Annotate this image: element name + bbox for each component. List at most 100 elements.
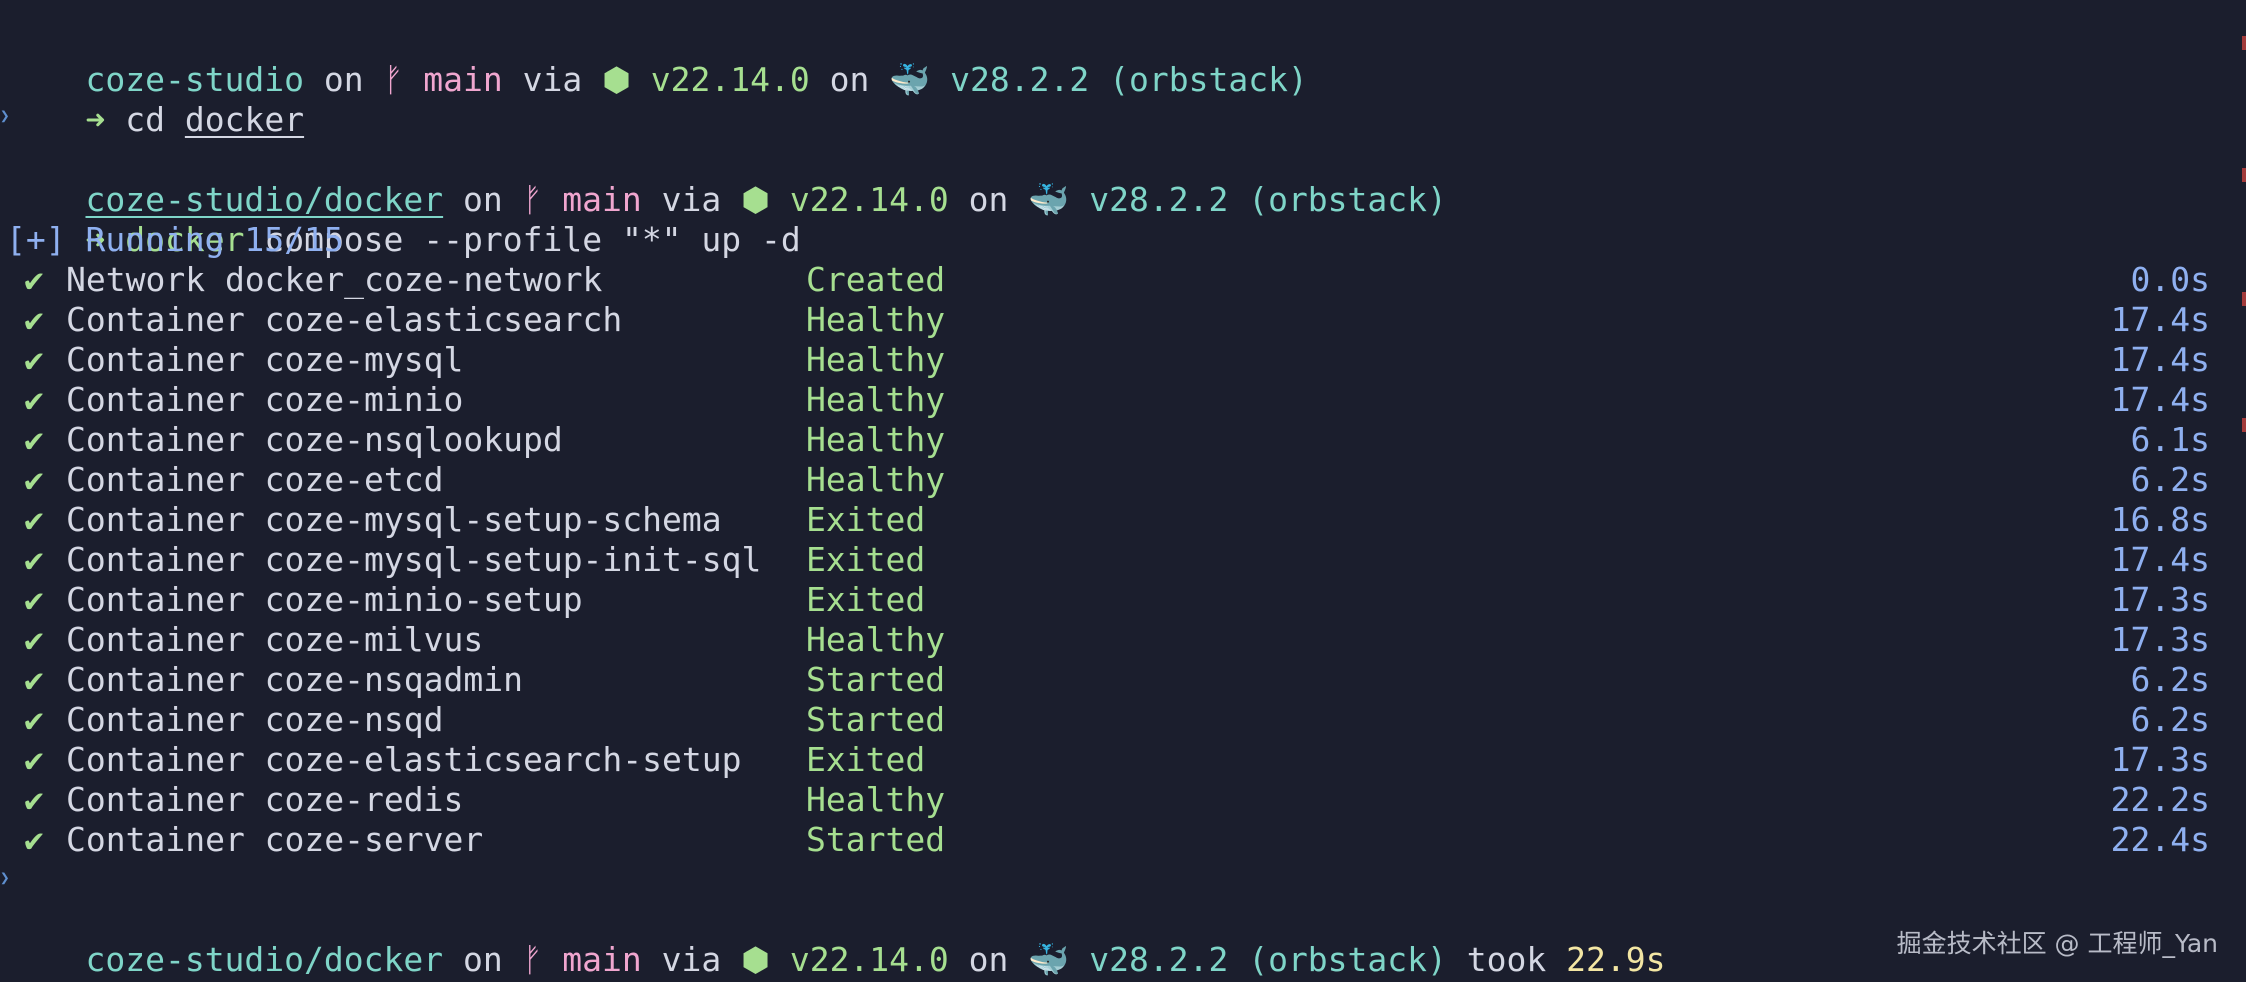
prompt-arrow-icon: ➜ bbox=[85, 100, 106, 139]
compose-result-row: ✔ Container coze-elasticsearch Healthy 17.4… bbox=[0, 300, 2210, 340]
compose-result-row: ✔ Container coze-nsqd Started 6.2s bbox=[0, 700, 2210, 740]
resource-duration: 17.4s bbox=[2110, 300, 2210, 339]
resource-name: Container coze-nsqlookupd bbox=[66, 420, 563, 459]
resource-status: Started bbox=[806, 820, 946, 859]
node-version: v22.14.0 bbox=[789, 940, 949, 979]
command-argument: docker bbox=[184, 100, 305, 139]
checkmark-icon: ✔ bbox=[24, 340, 44, 379]
prompt-directory: coze-studio/docker bbox=[85, 940, 444, 979]
compose-result-row: ✔ Container coze-minio-setup Exited 17.3s bbox=[0, 580, 2210, 620]
command-duration: 22.9s bbox=[1566, 940, 1666, 979]
compose-result-row: ✔ Container coze-minio Healthy 17.4s bbox=[0, 380, 2210, 420]
resource-status: Healthy bbox=[806, 340, 946, 379]
resource-status: Started bbox=[806, 660, 946, 699]
node-hexagon-icon: ⬢ bbox=[741, 940, 770, 979]
resource-duration: 17.4s bbox=[2110, 340, 2210, 379]
resource-status: Created bbox=[806, 260, 946, 299]
resource-duration: 0.0s bbox=[2130, 260, 2210, 299]
resource-name: Container coze-milvus bbox=[66, 620, 484, 659]
checkmark-icon: ✔ bbox=[24, 700, 44, 739]
compose-result-row: ✔ Container coze-mysql-setup-schema Exited… bbox=[0, 500, 2210, 540]
prompt-line-3: coze-studio/docker on ᚠ main via ⬢ v22.1… bbox=[6, 900, 1665, 979]
resource-status: Healthy bbox=[806, 380, 946, 419]
checkmark-icon: ✔ bbox=[24, 660, 44, 699]
command-line-3[interactable]: ➜ bbox=[6, 940, 105, 982]
watermark: 掘金技术社区 @ 工程师_Yan bbox=[1896, 929, 2218, 958]
terminal-window[interactable]: coze-studio on ᚠ main via ⬢ v22.14.0 on … bbox=[0, 0, 2246, 982]
resource-name: Network docker_coze-network bbox=[66, 260, 603, 299]
docker-context: (orbstack) bbox=[1248, 180, 1447, 219]
docker-whale-icon: 🐳 bbox=[889, 60, 931, 99]
prompt-on-text-2: on bbox=[829, 60, 870, 99]
resource-name: Container coze-nsqadmin bbox=[66, 660, 523, 699]
resource-duration: 16.8s bbox=[2110, 500, 2210, 539]
compose-result-row: ✔ Container coze-mysql-setup-init-sql Exit… bbox=[0, 540, 2210, 580]
resource-name: Container coze-nsqd bbox=[66, 700, 444, 739]
resource-status: Started bbox=[806, 700, 946, 739]
prompt-line-2: coze-studio/docker on ᚠ main via ⬢ v22.1… bbox=[6, 140, 1446, 219]
resource-name: Container coze-mysql-setup-schema bbox=[66, 500, 722, 539]
git-branch-name: main bbox=[423, 60, 503, 99]
prompt-on-text: on bbox=[323, 60, 364, 99]
prompt-marker-icon: ❯ bbox=[0, 868, 10, 887]
resource-name: Container coze-minio bbox=[66, 380, 464, 419]
git-branch-icon: ᚠ bbox=[383, 60, 404, 99]
checkmark-icon: ✔ bbox=[24, 540, 44, 579]
resource-status: Healthy bbox=[806, 420, 946, 459]
docker-version: v28.2.2 bbox=[1089, 940, 1229, 979]
resource-name: Container coze-mysql bbox=[66, 340, 464, 379]
resource-duration: 17.4s bbox=[2110, 380, 2210, 419]
resource-duration: 17.3s bbox=[2110, 580, 2210, 619]
resource-duration: 6.2s bbox=[2130, 700, 2210, 739]
command-arguments: compose --profile "*" up -d bbox=[264, 220, 801, 259]
prompt-via-text: via bbox=[522, 60, 583, 99]
resource-name: Container coze-etcd bbox=[66, 460, 444, 499]
resource-status: Exited bbox=[806, 500, 926, 539]
command-name: cd bbox=[125, 100, 165, 139]
compose-result-row: ✔ Container coze-milvus Healthy 17.3s bbox=[0, 620, 2210, 660]
git-branch-icon: ᚠ bbox=[522, 940, 543, 979]
prompt-via-text: via bbox=[661, 940, 722, 979]
docker-whale-icon: 🐳 bbox=[1028, 940, 1070, 979]
git-branch-name: main bbox=[562, 940, 642, 979]
resource-name: Container coze-mysql-setup-init-sql bbox=[66, 540, 762, 579]
checkmark-icon: ✔ bbox=[24, 780, 44, 819]
resource-status: Exited bbox=[806, 580, 926, 619]
checkmark-icon: ✔ bbox=[24, 460, 44, 499]
resource-duration: 17.3s bbox=[2110, 620, 2210, 659]
resource-status: Healthy bbox=[806, 780, 946, 819]
docker-context: (orbstack) bbox=[1248, 940, 1447, 979]
checkmark-icon: ✔ bbox=[24, 740, 44, 779]
node-version: v22.14.0 bbox=[789, 180, 949, 219]
prompt-on-text-2: on bbox=[968, 940, 1009, 979]
resource-status: Healthy bbox=[806, 620, 946, 659]
prompt-marker-icon: ❯ bbox=[0, 106, 10, 125]
resource-duration: 22.2s bbox=[2110, 780, 2210, 819]
command-line-2: ➜ docker compose --profile "*" up -d bbox=[6, 180, 800, 259]
resource-status: Exited bbox=[806, 540, 926, 579]
checkmark-icon: ✔ bbox=[24, 620, 44, 659]
checkmark-icon: ✔ bbox=[24, 500, 44, 539]
compose-result-row: ✔ Container coze-server Started 22.4s bbox=[0, 820, 2210, 860]
compose-result-row: ✔ Container coze-nsqlookupd Healthy 6.1s bbox=[0, 420, 2210, 460]
took-text: took bbox=[1466, 940, 1547, 979]
resource-duration: 6.1s bbox=[2130, 420, 2210, 459]
node-version: v22.14.0 bbox=[650, 60, 810, 99]
resource-duration: 22.4s bbox=[2110, 820, 2210, 859]
checkmark-icon: ✔ bbox=[24, 820, 44, 859]
checkmark-icon: ✔ bbox=[24, 260, 44, 299]
prompt-on-text: on bbox=[462, 940, 503, 979]
compose-result-row: ✔ Container coze-etcd Healthy 6.2s bbox=[0, 460, 2210, 500]
docker-context: (orbstack) bbox=[1109, 60, 1308, 99]
docker-whale-icon: 🐳 bbox=[1028, 180, 1070, 219]
compose-result-row: ✔ Container coze-mysql Healthy 17.4s bbox=[0, 340, 2210, 380]
prompt-line-1: coze-studio on ᚠ main via ⬢ v22.14.0 on … bbox=[6, 20, 1307, 99]
compose-result-row: ✔ Container coze-elasticsearch-setup Exite… bbox=[0, 740, 2210, 780]
scrollbar-markers[interactable] bbox=[2238, 0, 2246, 982]
node-hexagon-icon: ⬢ bbox=[602, 60, 631, 99]
docker-version: v28.2.2 bbox=[950, 60, 1090, 99]
prompt-on-text-2: on bbox=[968, 180, 1009, 219]
running-status-header: [+] Running 15/15 bbox=[6, 220, 344, 259]
resource-name: Container coze-server bbox=[66, 820, 484, 859]
command-line-1: ➜ cd docker bbox=[6, 60, 304, 139]
